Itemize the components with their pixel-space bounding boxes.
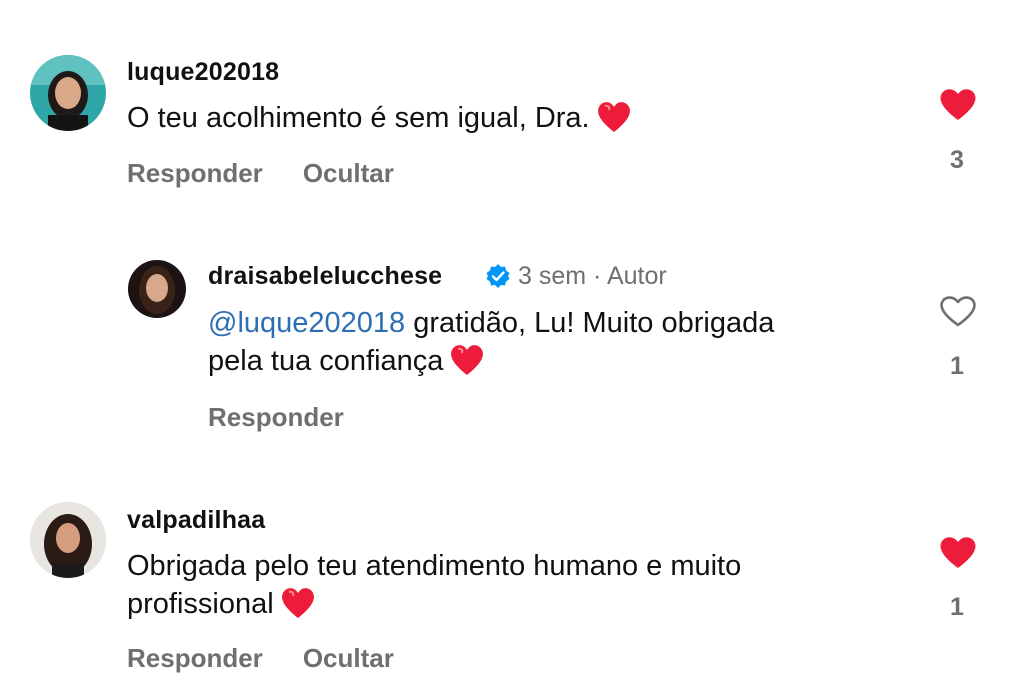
avatar[interactable] [30, 502, 106, 578]
comment-text-body: O teu acolhimento é sem igual, Dra. [127, 102, 590, 134]
like-count: 1 [950, 352, 964, 380]
comment-username[interactable]: luque202018 [127, 58, 279, 87]
comment-username[interactable]: valpadilhaa [127, 506, 265, 535]
heart-emoji-icon [281, 588, 314, 618]
heart-filled-icon[interactable] [938, 534, 978, 570]
heart-emoji-icon [597, 102, 630, 132]
like-count: 3 [950, 146, 964, 174]
heart-outline-icon[interactable] [938, 293, 978, 329]
comment-text: @luque202018 gratidão, Lu! Muito obrigad… [208, 304, 908, 380]
comment-text-line2: pela tua confiança [208, 345, 444, 377]
author-label: Autor [606, 262, 667, 290]
hide-button[interactable]: Ocultar [303, 158, 394, 188]
heart-emoji-icon [451, 345, 484, 375]
reply-button[interactable]: Responder [127, 158, 263, 188]
comment-time: 3 sem [518, 262, 587, 290]
avatar-photo [30, 55, 106, 131]
comment-actions: Responder Ocultar [127, 158, 434, 189]
avatar-photo [30, 502, 106, 578]
avatar[interactable] [128, 260, 186, 318]
reply-button[interactable]: Responder [127, 643, 263, 673]
comment-text: O teu acolhimento é sem igual, Dra. [127, 99, 907, 137]
like-count: 1 [950, 593, 964, 621]
comment-meta: 3 sem · Autor [518, 262, 667, 291]
avatar-photo [128, 260, 186, 318]
comment-text-line1: gratidão, Lu! Muito obrigada [405, 307, 775, 339]
reply-button[interactable]: Responder [208, 402, 344, 432]
comment-draisabelelucchese: draisabelelucchese 3 sem · Autor @luque2… [0, 240, 1024, 460]
comment-luque202018: luque202018 O teu acolhimento é sem igua… [0, 0, 1024, 230]
comment-text-line2: profissional [127, 588, 274, 620]
mention-link[interactable]: @luque202018 [208, 307, 405, 339]
comment-text: Obrigada pelo teu atendimento humano e m… [127, 547, 927, 623]
comment-username[interactable]: draisabelelucchese [208, 262, 442, 291]
meta-separator: · [586, 262, 607, 290]
comment-actions: Responder [208, 402, 384, 433]
hide-button[interactable]: Ocultar [303, 643, 394, 673]
avatar[interactable] [30, 55, 106, 131]
comment-actions: Responder Ocultar [127, 643, 434, 674]
verified-badge-icon [486, 264, 510, 288]
heart-filled-icon[interactable] [938, 86, 978, 122]
comment-valpadilhaa: valpadilhaa Obrigada pelo teu atendiment… [0, 480, 1024, 699]
comment-text-line1: Obrigada pelo teu atendimento humano e m… [127, 550, 742, 582]
